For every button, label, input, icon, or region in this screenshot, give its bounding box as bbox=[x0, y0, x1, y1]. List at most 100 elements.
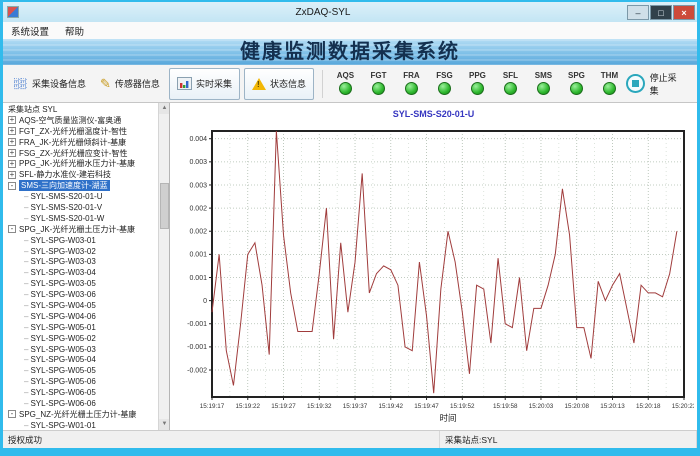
svg-text:0.004: 0.004 bbox=[189, 136, 207, 143]
tree-item[interactable]: –SYL-SPG-W05-04 bbox=[4, 354, 157, 365]
indicator-label: THM bbox=[601, 72, 618, 80]
tree-item[interactable]: +SFL-静力水准仪-建岩科技 bbox=[4, 169, 157, 180]
minimize-button[interactable]: – bbox=[627, 5, 649, 20]
tree-item[interactable]: –SYL-SPG-W04-05 bbox=[4, 300, 157, 311]
expand-plus-icon[interactable]: + bbox=[8, 171, 16, 179]
tree-item[interactable]: –SYL-SPG-W05-03 bbox=[4, 344, 157, 355]
indicator-spg: SPG bbox=[560, 72, 593, 95]
title-bar: ZxDAQ-SYL – □ × bbox=[3, 2, 697, 23]
svg-text:0.002: 0.002 bbox=[189, 229, 207, 236]
tree-item[interactable]: –SYL-SPG-W05-01 bbox=[4, 322, 157, 333]
tree-item[interactable]: –SYL-SPG-W03-06 bbox=[4, 289, 157, 300]
indicator-sms: SMS bbox=[527, 72, 560, 95]
svg-text:15:19:52: 15:19:52 bbox=[450, 403, 475, 410]
tree-item-label: SYL-SPG-W03-03 bbox=[30, 257, 95, 266]
menu-item-help[interactable]: 帮助 bbox=[57, 22, 92, 39]
indicator-label: SPG bbox=[568, 72, 585, 80]
tree-item[interactable]: –SYL-SPG-W06-06 bbox=[4, 398, 157, 409]
svg-text:0.003: 0.003 bbox=[189, 182, 207, 189]
svg-text:15:20:13: 15:20:13 bbox=[600, 403, 625, 410]
tree-item[interactable]: –SYL-SPG-W03-01 bbox=[4, 235, 157, 246]
tree-item[interactable]: –SYL-SMS-S20-01-U bbox=[4, 191, 157, 202]
header-banner: 健康监测数据采集系统 bbox=[3, 39, 697, 65]
tree-item[interactable]: +FSG_ZX-光纤光栅应变计-智性 bbox=[4, 148, 157, 159]
svg-text:15:20:03: 15:20:03 bbox=[529, 403, 554, 410]
maximize-button[interactable]: □ bbox=[650, 5, 672, 20]
toolbar-button-label: 采集设备信息 bbox=[32, 77, 86, 90]
tree-item[interactable]: –SYL-SPG-W03-02 bbox=[4, 246, 157, 257]
tree-connector: – bbox=[24, 192, 28, 201]
svg-text:15:20:23: 15:20:23 bbox=[672, 403, 694, 410]
channel-indicators: AQSFGTFRAFSGPPGSFLSMSSPGTHM bbox=[329, 72, 626, 95]
tree-item-label: SYL-SPG-W05-01 bbox=[30, 323, 95, 332]
tree-item[interactable]: –SYL-SPG-W03-03 bbox=[4, 256, 157, 267]
tree-item-label: SPG_JK-光纤光栅土压力计-基康 bbox=[19, 224, 135, 235]
tree-item[interactable]: +FGT_ZX-光纤光栅温度计-智性 bbox=[4, 126, 157, 137]
tree-item-label: SYL-SPG-W04-05 bbox=[30, 301, 95, 310]
tree-connector: – bbox=[24, 399, 28, 408]
tree-item-label: FGT_ZX-光纤光栅温度计-智性 bbox=[19, 126, 127, 137]
tree-item[interactable]: +FRA_JK-光纤光栅倾斜计-基康 bbox=[4, 137, 157, 148]
station-tree-panel: 采集站点 SYL+AQS-空气质量监测仪-富奥通+FGT_ZX-光纤光栅温度计-… bbox=[3, 103, 170, 430]
scroll-up-icon[interactable]: ▲ bbox=[159, 103, 170, 114]
collect-device-info-button[interactable]: 采集设备信息 bbox=[7, 69, 93, 99]
tree-item[interactable]: –SYL-SPG-W01-01 bbox=[4, 420, 157, 429]
tree-item[interactable]: +AQS-空气质量监测仪-富奥通 bbox=[4, 115, 157, 126]
tree-item-label: SPG_NZ-光纤光栅土压力计-基康 bbox=[19, 409, 136, 420]
scrollbar-thumb[interactable] bbox=[160, 183, 169, 229]
expand-plus-icon[interactable]: + bbox=[8, 127, 16, 135]
stop-icon bbox=[626, 74, 645, 93]
indicator-label: SMS bbox=[535, 72, 552, 80]
menu-item-system-settings[interactable]: 系统设置 bbox=[3, 22, 57, 39]
status-light-icon bbox=[405, 82, 418, 95]
realtime-line-chart: 0.0040.0030.0030.0020.0020.0010.0010-0.0… bbox=[170, 123, 694, 429]
tree-item[interactable]: –SYL-SPG-W04-06 bbox=[4, 311, 157, 322]
svg-text:0.002: 0.002 bbox=[189, 205, 207, 212]
tree-item[interactable]: –SYL-SPG-W03-04 bbox=[4, 267, 157, 278]
svg-text:15:19:42: 15:19:42 bbox=[379, 403, 404, 410]
chart-title: SYL-SMS-S20-01-U bbox=[170, 109, 697, 123]
expand-plus-icon[interactable]: + bbox=[8, 160, 16, 168]
tree-item-label: SYL-SPG-W03-05 bbox=[30, 279, 95, 288]
tree-item-label: 采集站点 SYL bbox=[8, 104, 57, 115]
svg-text:-0.001: -0.001 bbox=[187, 321, 207, 328]
close-button[interactable]: × bbox=[673, 5, 695, 20]
indicator-fra: FRA bbox=[395, 72, 428, 95]
toolbar-button-label: 实时采集 bbox=[196, 77, 232, 90]
tree-item[interactable]: –SYL-SMS-S20-01-W bbox=[4, 213, 157, 224]
tree-item-label: SYL-SPG-W05-04 bbox=[30, 355, 95, 364]
app-icon bbox=[7, 6, 19, 18]
indicator-fsg: FSG bbox=[428, 72, 461, 95]
tree-item[interactable]: -SPG_JK-光纤光栅土压力计-基康 bbox=[4, 224, 157, 235]
status-light-icon bbox=[438, 82, 451, 95]
collapse-minus-icon[interactable]: - bbox=[8, 182, 16, 190]
tree-item[interactable]: +PPG_JK-光纤光栅水压力计-基康 bbox=[4, 158, 157, 169]
tree-item[interactable]: –SYL-SPG-W06-05 bbox=[4, 387, 157, 398]
collapse-minus-icon[interactable]: - bbox=[8, 410, 16, 418]
tree-item[interactable]: –SYL-SPG-W05-05 bbox=[4, 365, 157, 376]
status-light-icon bbox=[504, 82, 517, 95]
tree-item-label: SYL-SMS-S20-01-V bbox=[30, 203, 102, 212]
sensor-info-button[interactable]: ✎传感器信息 bbox=[93, 69, 167, 99]
tree-item[interactable]: –SYL-SPG-W05-02 bbox=[4, 333, 157, 344]
expand-plus-icon[interactable]: + bbox=[8, 149, 16, 157]
tree-item[interactable]: –SYL-SPG-W03-05 bbox=[4, 278, 157, 289]
tree-scrollbar[interactable]: ▲ ▼ bbox=[158, 103, 169, 430]
expand-plus-icon[interactable]: + bbox=[8, 138, 16, 146]
tree-item[interactable]: –SYL-SPG-W05-06 bbox=[4, 376, 157, 387]
collapse-minus-icon[interactable]: - bbox=[8, 225, 16, 233]
tree-connector: – bbox=[24, 257, 28, 266]
svg-text:15:19:27: 15:19:27 bbox=[271, 403, 296, 410]
tree-item[interactable]: –SYL-SMS-S20-01-V bbox=[4, 202, 157, 213]
status-info-button[interactable]: !状态信息 bbox=[244, 68, 314, 100]
realtime-capture-button[interactable]: 实时采集 bbox=[169, 68, 240, 100]
tree-item[interactable]: -SMS-三向加速度计-湖蓝 bbox=[4, 180, 157, 191]
scroll-down-icon[interactable]: ▼ bbox=[159, 419, 170, 430]
tree-item[interactable]: 采集站点 SYL bbox=[4, 104, 157, 115]
expand-plus-icon[interactable]: + bbox=[8, 116, 16, 124]
toolbar-separator bbox=[322, 70, 323, 98]
tree-connector: – bbox=[24, 301, 28, 310]
tree-item[interactable]: -SPG_NZ-光纤光栅土压力计-基康 bbox=[4, 409, 157, 420]
indicator-label: AQS bbox=[337, 72, 354, 80]
stop-capture-button[interactable]: 停止采集 bbox=[626, 71, 693, 97]
